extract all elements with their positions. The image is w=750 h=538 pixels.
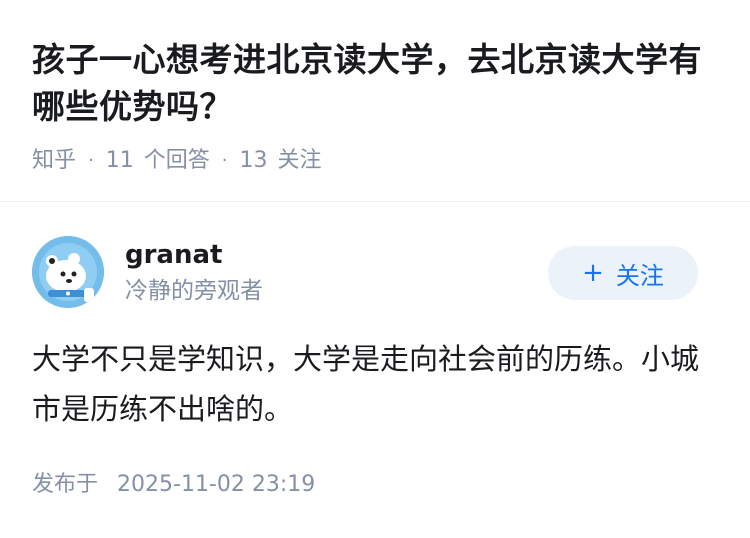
- author-name[interactable]: granat: [125, 238, 222, 272]
- publish-info: 发布于 2025-11-02 23:19: [32, 470, 315, 500]
- question-title[interactable]: 孩子一心想考进北京读大学，去北京读大学有哪些优势吗？: [32, 36, 722, 130]
- meta-separator: ·: [221, 150, 228, 171]
- source-label: 知乎: [32, 148, 77, 173]
- question-meta: 知乎 · 11 个回答 · 13 关注: [32, 146, 722, 176]
- published-time: 2025-11-02 23:19: [117, 472, 316, 497]
- author-card: granat 冷静的旁观者 + 关注: [32, 236, 718, 308]
- follow-button-label: 关注: [615, 261, 664, 290]
- follow-button[interactable]: + 关注: [548, 246, 698, 300]
- answer-content: 大学不只是学知识，大学是走向社会前的历练。小城市是历练不出啥的。: [32, 342, 700, 426]
- answers-label: 个回答: [143, 148, 210, 173]
- question-header: 孩子一心想考进北京读大学，去北京读大学有哪些优势吗？ 知乎 · 11 个回答 ·…: [32, 36, 722, 176]
- author-bio: 冷静的旁观者: [125, 278, 263, 304]
- published-label: 发布于: [32, 472, 99, 497]
- answers-count: 11: [105, 148, 134, 173]
- followers-label: 关注: [277, 148, 322, 173]
- answer-page: 孩子一心想考进北京读大学，去北京读大学有哪些优势吗？ 知乎 · 11 个回答 ·…: [0, 0, 750, 538]
- meta-separator: ·: [88, 150, 94, 171]
- polar-bear-avatar-icon[interactable]: [32, 236, 104, 308]
- plus-icon: +: [582, 258, 604, 288]
- followers-count: 13: [239, 148, 268, 173]
- section-divider: [0, 201, 750, 202]
